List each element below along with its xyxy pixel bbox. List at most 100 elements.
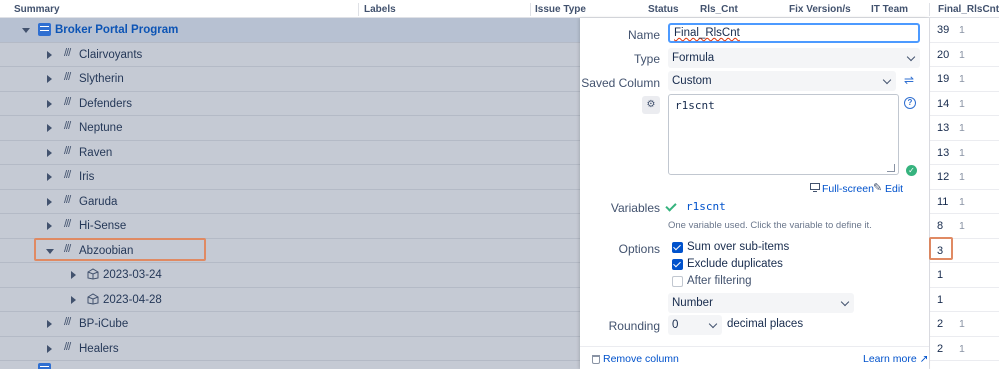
tree-row-label[interactable]: BP-iCube bbox=[79, 312, 128, 337]
tree-row-label[interactable]: Raven bbox=[79, 141, 112, 166]
chevron-right-icon[interactable] bbox=[71, 295, 76, 304]
table-cell: 39 1 bbox=[930, 18, 999, 43]
chevron-right-icon[interactable] bbox=[47, 148, 52, 157]
full-screen-icon bbox=[810, 183, 820, 192]
epic-icon: /// bbox=[64, 95, 71, 108]
tree-row-broker-portal-program[interactable]: Broker Portal Program bbox=[0, 18, 580, 43]
cell-value: 13 bbox=[937, 146, 950, 159]
chevron-right-icon[interactable] bbox=[47, 344, 52, 353]
tree-row[interactable]: /// Garuda bbox=[0, 190, 580, 215]
learn-more-link[interactable]: Learn more ↗ bbox=[863, 353, 928, 365]
table-cell: 14 1 bbox=[930, 92, 999, 116]
tree-row[interactable]: /// Hi-Sense bbox=[0, 214, 580, 239]
chevron-right-icon[interactable] bbox=[47, 320, 52, 328]
tree-row-label[interactable]: 2023-03-24 bbox=[103, 263, 162, 288]
tree-row-label[interactable]: Healers bbox=[79, 337, 119, 362]
table-cell: 20 1 bbox=[930, 43, 999, 67]
help-icon[interactable]: ? bbox=[904, 97, 916, 109]
header-issue-type[interactable]: Issue Type bbox=[531, 0, 586, 18]
cell-value: 20 bbox=[937, 48, 950, 61]
tree-row-label[interactable]: Iris bbox=[79, 165, 94, 190]
column-name-input[interactable]: Final_RlsCnt bbox=[668, 23, 920, 43]
cell-subvalue: 1 bbox=[959, 24, 965, 36]
rounding-label: Rounding bbox=[608, 319, 660, 333]
chevron-down-icon[interactable] bbox=[22, 28, 30, 33]
settings-sliders-icon[interactable]: ⇌ bbox=[904, 73, 914, 87]
header-fix-version[interactable]: Fix Version/s bbox=[785, 0, 851, 18]
saved-column-select[interactable]: Custom bbox=[668, 71, 896, 91]
program-icon bbox=[38, 363, 51, 369]
chevron-right-icon[interactable] bbox=[47, 173, 52, 181]
tree-row[interactable]: /// Slytherin bbox=[0, 67, 580, 92]
cell-value: 39 bbox=[937, 24, 950, 36]
column-header: Summary Labels Issue Type Status Rls_Cnt… bbox=[0, 0, 999, 18]
header-status[interactable]: Status bbox=[644, 0, 679, 18]
tree-row[interactable]: /// BP-iCube bbox=[0, 312, 580, 337]
type-select[interactable]: Formula bbox=[668, 48, 920, 68]
header-it-team[interactable]: IT Team bbox=[867, 0, 908, 18]
tree-row-label[interactable]: Slytherin bbox=[79, 67, 124, 92]
full-screen-link[interactable]: Full-screen bbox=[822, 183, 874, 195]
name-label: Name bbox=[627, 28, 660, 42]
resize-handle[interactable] bbox=[887, 164, 895, 172]
check-circle-icon: ✓ bbox=[906, 165, 917, 176]
formula-editor[interactable]: r1scnt bbox=[668, 94, 899, 175]
type-value: Formula bbox=[672, 52, 715, 64]
chevron-right-icon[interactable] bbox=[47, 50, 52, 59]
chevron-right-icon[interactable] bbox=[71, 271, 76, 279]
variable-link[interactable]: r1scnt bbox=[686, 200, 726, 213]
epic-icon: /// bbox=[64, 71, 71, 83]
tree-row[interactable]: /// Iris bbox=[0, 165, 580, 190]
sum-over-sub-items-label[interactable]: Sum over sub-items bbox=[687, 241, 789, 253]
cell-subvalue: 1 bbox=[959, 195, 965, 208]
tree-row-label[interactable]: Neptune bbox=[79, 116, 122, 141]
chevron-down-icon bbox=[906, 52, 916, 62]
exclude-duplicates-checkbox[interactable] bbox=[672, 259, 683, 270]
tree-row-label[interactable]: Clairvoyants bbox=[79, 43, 142, 68]
exclude-duplicates-label[interactable]: Exclude duplicates bbox=[687, 258, 783, 270]
header-labels[interactable]: Labels bbox=[360, 0, 396, 18]
tree-row-label[interactable]: Defenders bbox=[79, 92, 132, 117]
format-select[interactable]: Number bbox=[668, 293, 854, 313]
column-name-value: Final_RlsCnt bbox=[674, 27, 740, 39]
cell-subvalue: 1 bbox=[959, 48, 965, 61]
final-rlscnt-column: 39 1 20 1 19 1 14 1 13 1 13 1 12 1 11 1 81 3 1 1… bbox=[929, 18, 999, 369]
tree-row[interactable]: 2023-04-28 bbox=[0, 288, 580, 313]
tree-row[interactable]: /// Neptune bbox=[0, 116, 580, 141]
tree-row[interactable]: 2023-03-24 bbox=[0, 263, 580, 288]
epic-icon: /// bbox=[64, 169, 71, 181]
tree-row[interactable]: /// Healers bbox=[0, 337, 580, 362]
chevron-right-icon[interactable] bbox=[47, 75, 52, 83]
table-cell: 13 1 bbox=[930, 116, 999, 141]
table-cell: 12 1 bbox=[930, 165, 999, 190]
tree-row-label[interactable]: Garuda bbox=[79, 190, 117, 215]
header-rls-cnt[interactable]: Rls_Cnt bbox=[696, 0, 738, 18]
options-label: Options bbox=[618, 242, 660, 256]
chevron-down-icon bbox=[840, 297, 850, 307]
chevron-right-icon[interactable] bbox=[47, 222, 52, 230]
chevron-right-icon[interactable] bbox=[47, 99, 52, 108]
header-final-rlscnt[interactable]: Final_RlsCnt bbox=[934, 0, 999, 18]
annotation-highlight-box bbox=[929, 237, 953, 260]
edit-link[interactable]: Edit bbox=[885, 183, 903, 195]
decimal-places-label: decimal places bbox=[727, 318, 804, 330]
table-cell: 81 bbox=[930, 214, 999, 239]
debug-icon[interactable]: ⚙ bbox=[642, 96, 660, 114]
after-filtering-label[interactable]: After filtering bbox=[687, 275, 752, 287]
tree-row-label[interactable]: 2023-04-28 bbox=[103, 288, 162, 313]
sum-over-sub-items-checkbox[interactable] bbox=[672, 242, 683, 253]
tree-row[interactable]: /// Raven bbox=[0, 141, 580, 166]
pencil-icon: ✎ bbox=[873, 182, 883, 194]
variables-hint: One variable used. Click the variable to… bbox=[668, 220, 872, 231]
tree-row-label[interactable]: Hi-Sense bbox=[79, 214, 126, 239]
tree-row[interactable]: /// Clairvoyants bbox=[0, 43, 580, 68]
tree-row-label[interactable]: Broker Portal Program bbox=[55, 18, 178, 43]
after-filtering-checkbox[interactable] bbox=[672, 276, 683, 287]
version-icon bbox=[87, 292, 99, 305]
chevron-right-icon[interactable] bbox=[47, 197, 52, 206]
tree-row[interactable]: /// Defenders bbox=[0, 92, 580, 117]
chevron-right-icon[interactable] bbox=[47, 124, 52, 132]
header-summary[interactable]: Summary bbox=[10, 0, 60, 18]
remove-column-link[interactable]: Remove column bbox=[603, 353, 679, 365]
rounding-select[interactable]: 0 bbox=[668, 315, 722, 335]
